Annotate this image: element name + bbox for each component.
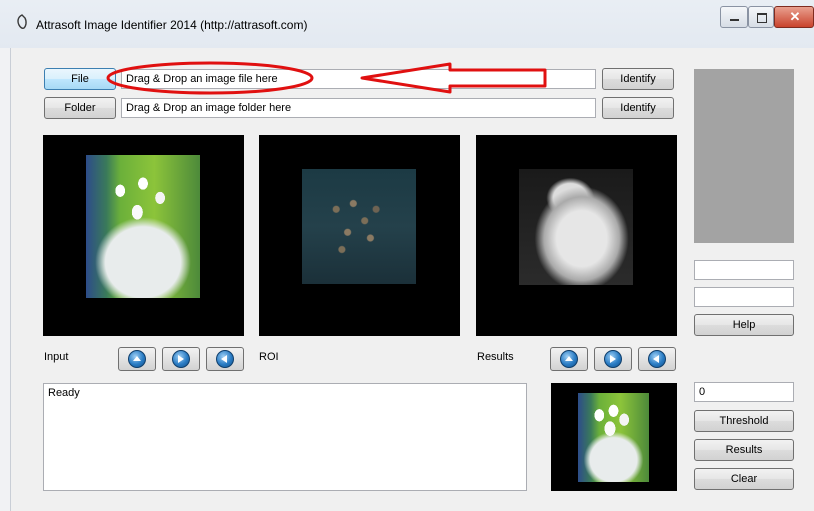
minimize-icon	[730, 19, 739, 21]
roi-image-panel	[259, 135, 460, 336]
home-icon	[128, 350, 146, 368]
arrow-left-icon	[648, 350, 666, 368]
input-home-button[interactable]	[118, 347, 156, 371]
annotation-overlay	[106, 61, 547, 95]
results-next-button[interactable]	[594, 347, 632, 371]
annotation-arrow	[360, 62, 547, 94]
input-prev-button[interactable]	[206, 347, 244, 371]
minimize-button[interactable]	[720, 6, 748, 28]
arrow-left-icon	[216, 350, 234, 368]
maximize-button[interactable]	[748, 6, 774, 28]
threshold-button[interactable]: Threshold	[694, 410, 794, 432]
thumbnail-image	[578, 393, 649, 482]
app-icon	[17, 14, 27, 29]
input-next-button[interactable]	[162, 347, 200, 371]
input-image-panel	[43, 135, 244, 336]
preview-box	[694, 69, 794, 243]
right-field-2[interactable]	[694, 287, 794, 307]
results-button[interactable]: Results	[694, 439, 794, 461]
arrow-right-icon	[604, 350, 622, 368]
results-home-button[interactable]	[550, 347, 588, 371]
annotation-ellipse	[106, 61, 314, 95]
input-image	[86, 155, 200, 298]
window-title: Attrasoft Image Identifier 2014 (http://…	[36, 18, 308, 32]
help-button[interactable]: Help	[694, 314, 794, 336]
threshold-field[interactable]: 0	[694, 382, 794, 402]
arrow-right-icon	[172, 350, 190, 368]
status-text: Ready	[48, 387, 80, 399]
roi-label: ROI	[259, 351, 279, 363]
input-label: Input	[44, 351, 69, 363]
status-textbox[interactable]: Ready	[43, 383, 527, 491]
results-prev-button[interactable]	[638, 347, 676, 371]
identify-file-button[interactable]: Identify	[602, 68, 674, 90]
maximize-icon	[757, 13, 767, 23]
results-image	[519, 169, 633, 285]
identify-folder-button[interactable]: Identify	[602, 97, 674, 119]
results-image-panel	[476, 135, 677, 336]
results-label: Results	[477, 351, 514, 363]
home-icon	[560, 350, 578, 368]
close-button[interactable]: ✕	[774, 6, 814, 28]
right-field-1[interactable]	[694, 260, 794, 280]
thumbnail-panel	[551, 383, 677, 491]
close-icon: ✕	[789, 9, 801, 24]
roi-image	[302, 169, 416, 284]
clear-button[interactable]: Clear	[694, 468, 794, 490]
